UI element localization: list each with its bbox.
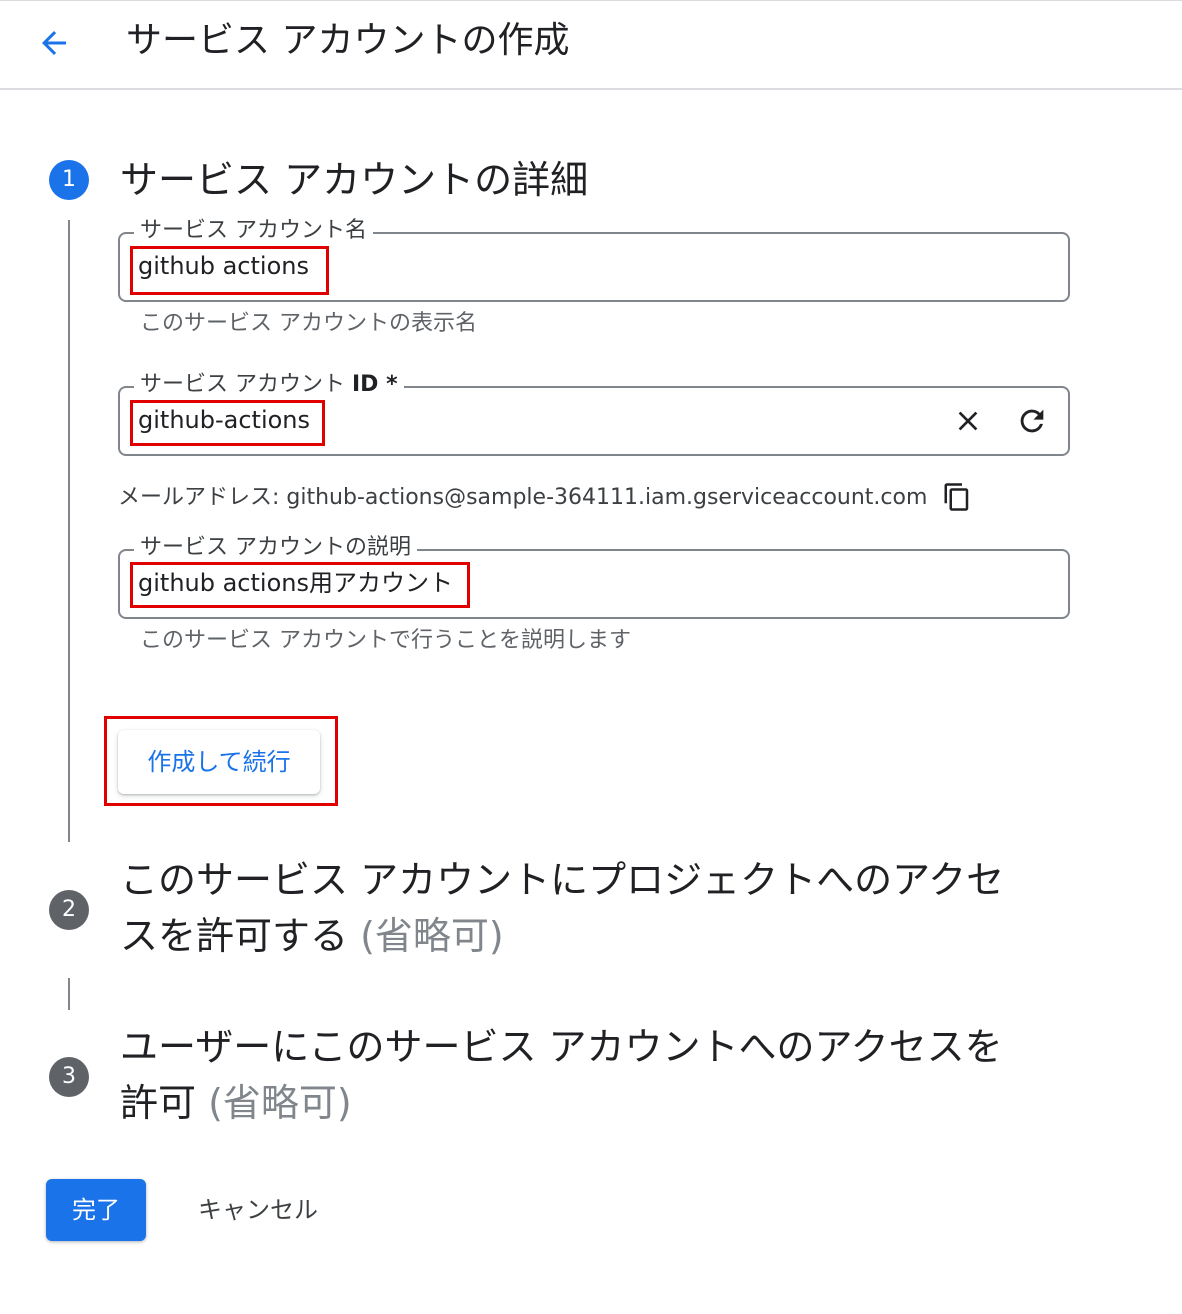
step-1-connector	[68, 220, 70, 842]
service-account-description-label: サービス アカウントの説明	[134, 534, 417, 562]
back-button[interactable]	[30, 19, 78, 67]
step-2-indicator: 2	[49, 890, 89, 930]
email-address-text: メールアドレス: github-actions@sample-364111.ia…	[118, 485, 928, 510]
step-1-title[interactable]: サービス アカウントの詳細	[120, 152, 588, 208]
service-account-name-label: サービス アカウント名	[134, 217, 373, 245]
step-3-title-line1: ユーザーにこのサービス アカウントへのアクセスを	[120, 1025, 1003, 1069]
step-3-title-text: 許可	[120, 1081, 197, 1125]
done-button[interactable]: 完了	[46, 1179, 146, 1241]
step-1-indicator: 1	[49, 160, 89, 200]
step-2-connector	[68, 978, 70, 1010]
copy-email-button[interactable]	[935, 475, 979, 519]
clear-id-button[interactable]	[946, 399, 990, 443]
highlight-box	[130, 562, 470, 608]
service-account-id-label-suffix: ID *	[352, 372, 398, 397]
step-2-optional: (省略可)	[360, 914, 504, 958]
step-2-title-line2: スを許可する (省略可)	[120, 908, 1004, 964]
highlight-box	[130, 246, 329, 295]
highlight-box	[130, 400, 325, 446]
step-2-title-line1: このサービス アカウントにプロジェクトへのアクセ	[120, 858, 1005, 902]
cancel-button[interactable]: キャンセル	[180, 1179, 336, 1241]
step-2-title[interactable]: このサービス アカウントにプロジェクトへのアクセ スを許可する (省略可)	[120, 852, 1004, 964]
create-and-continue-button[interactable]: 作成して続行	[118, 730, 320, 794]
service-account-id-label: サービス アカウント ID *	[134, 371, 404, 399]
close-icon	[958, 411, 978, 431]
page-title: サービス アカウントの作成	[126, 20, 570, 61]
step-2-title-text: スを許可する	[120, 914, 349, 958]
page: サービス アカウントの作成 1 サービス アカウントの詳細 サービス アカウント…	[0, 0, 1182, 1314]
step-3-optional: (省略可)	[208, 1081, 352, 1125]
service-account-name-hint: このサービス アカウントの表示名	[140, 311, 477, 336]
arrow-back-icon	[42, 31, 66, 55]
refresh-icon	[1020, 409, 1044, 433]
regenerate-id-button[interactable]	[1010, 399, 1054, 443]
step-3-title[interactable]: ユーザーにこのサービス アカウントへのアクセスを 許可 (省略可)	[120, 1019, 1003, 1131]
copy-icon	[944, 483, 969, 511]
step-3-title-line2: 許可 (省略可)	[120, 1075, 1003, 1131]
step-3-indicator: 3	[49, 1057, 89, 1097]
service-account-id-label-text: サービス アカウント	[140, 372, 345, 397]
page-header: サービス アカウントの作成	[0, 0, 1182, 90]
service-account-description-hint: このサービス アカウントで行うことを説明します	[140, 628, 631, 653]
